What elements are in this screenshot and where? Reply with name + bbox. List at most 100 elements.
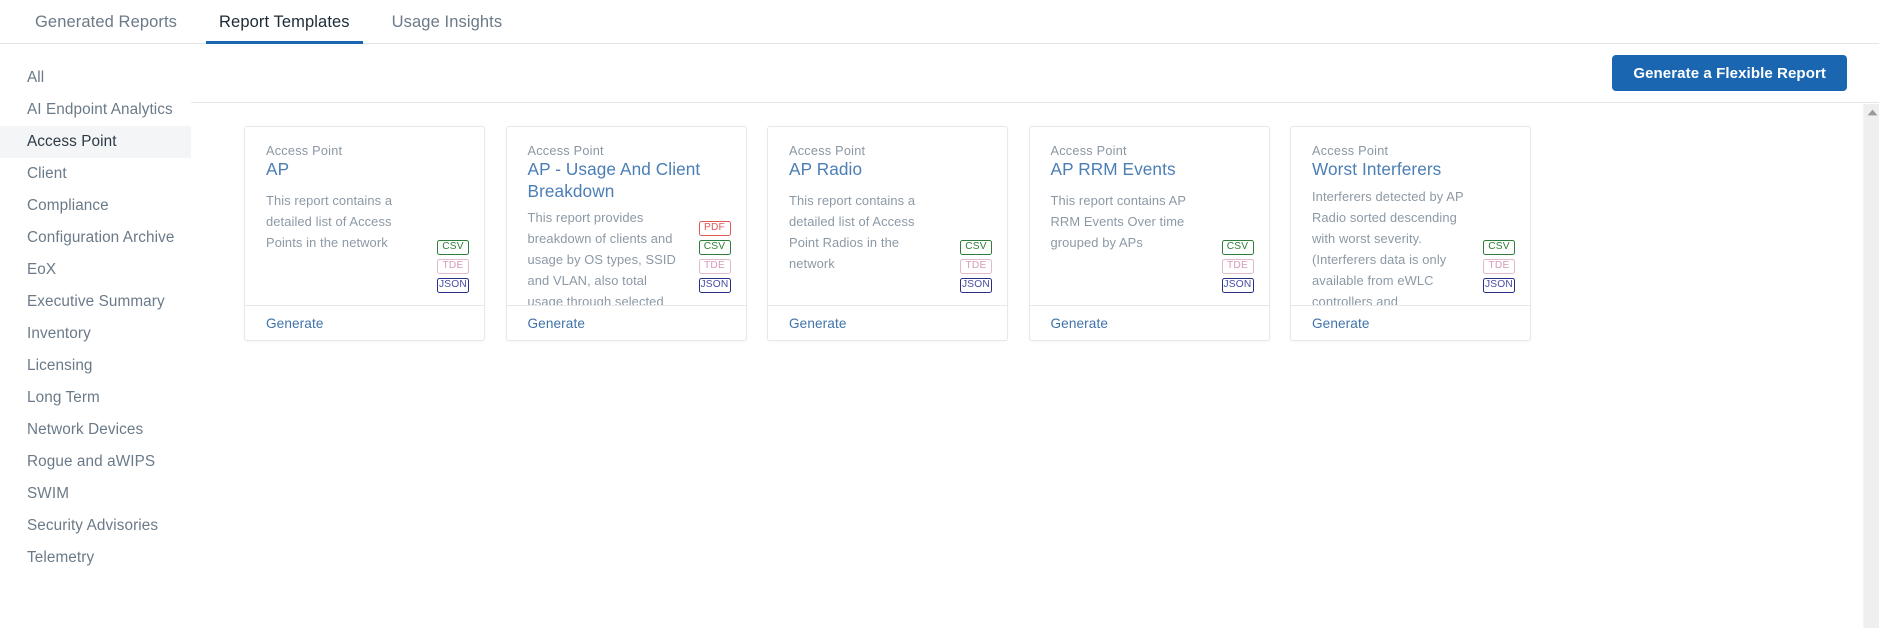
- sidebar-item-licensing[interactable]: Licensing: [0, 350, 191, 382]
- sidebar-item-eox[interactable]: EoX: [0, 254, 191, 286]
- card-category: Access Point: [527, 144, 604, 158]
- card-body: Access Point AP Radio This report contains…: [768, 127, 1007, 305]
- sidebar-item-swim[interactable]: SWIM: [0, 478, 191, 510]
- format-badge-csv[interactable]: CSV: [698, 240, 731, 255]
- generate-report-link[interactable]: Generate: [528, 316, 585, 331]
- card-category: Access Point: [1312, 144, 1389, 158]
- sidebar-item-label: All: [27, 69, 45, 86]
- sidebar-item-long-term[interactable]: Long Term: [0, 382, 191, 414]
- tab-generated-reports[interactable]: Generated Reports: [14, 0, 198, 44]
- sidebar-item-label: Configuration Archive: [27, 229, 175, 246]
- sidebar-item-inventory[interactable]: Inventory: [0, 318, 191, 350]
- card-footer: Generate: [768, 305, 1007, 340]
- card-format-badges: CSV TDE JSON: [437, 240, 469, 293]
- sidebar-item-label: Licensing: [27, 357, 93, 374]
- page-tabbar: Generated Reports Report Templates Usage I…: [0, 0, 1879, 44]
- sidebar-item-label: Security Advisories: [27, 517, 159, 534]
- tab-report-templates[interactable]: Report Templates: [198, 0, 371, 44]
- format-badge-tde[interactable]: TDE: [1483, 259, 1515, 274]
- sidebar-item-label: EoX: [27, 261, 57, 278]
- sidebar-item-security-advisories[interactable]: Security Advisories: [0, 510, 191, 542]
- format-badge-pdf[interactable]: PDF: [698, 221, 731, 236]
- card-title-link[interactable]: AP: [266, 159, 466, 181]
- card-format-badges: CSV TDE JSON: [1221, 240, 1254, 293]
- vertical-scrollbar[interactable]: [1863, 104, 1879, 628]
- card-footer: Generate: [506, 305, 746, 340]
- tab-label: Report Templates: [219, 12, 350, 31]
- sidebar-item-label: Long Term: [27, 389, 100, 406]
- tab-usage-insights[interactable]: Usage Insights: [371, 0, 524, 44]
- card-category: Access Point: [789, 144, 866, 158]
- card-format-badges: CSV TDE JSON: [960, 240, 992, 293]
- chevron-up-icon[interactable]: [1864, 104, 1879, 120]
- report-template-cards-area: Access Point AP This report contains a det…: [191, 103, 1879, 627]
- tab-list: Generated Reports Report Templates Usage I…: [0, 0, 1879, 44]
- report-templates-page: Generated Reports Report Templates Usage I…: [0, 0, 1879, 628]
- generate-report-link[interactable]: Generate: [1312, 316, 1369, 331]
- card-footer: Generate: [1291, 305, 1530, 340]
- card-title-link[interactable]: AP RRM Events: [1051, 159, 1251, 181]
- tab-label: Usage Insights: [391, 12, 503, 31]
- card-title-link[interactable]: Worst Interferers: [1312, 159, 1512, 181]
- category-sidebar: All AI Endpoint Analytics Access Point Clie…: [0, 45, 191, 628]
- sidebar-item-label: Access Point: [27, 133, 117, 150]
- sidebar-item-all[interactable]: All: [0, 62, 191, 94]
- card-description: This report contains a detailed list of …: [266, 192, 393, 250]
- sidebar-item-rogue-and-awips[interactable]: Rogue and aWIPS: [0, 446, 191, 478]
- card-body: Access Point AP This report contains a det…: [245, 127, 484, 305]
- card-format-badges: PDF CSV TDE JSON: [698, 221, 731, 293]
- sidebar-item-label: SWIM: [27, 485, 70, 502]
- sidebar-item-compliance[interactable]: Compliance: [0, 190, 191, 222]
- sidebar-item-configuration-archive[interactable]: Configuration Archive: [0, 222, 191, 254]
- sidebar-item-label: Client: [27, 165, 67, 182]
- sidebar-item-client[interactable]: Client: [0, 158, 191, 190]
- format-badge-json[interactable]: JSON: [698, 278, 731, 293]
- generate-report-link[interactable]: Generate: [1051, 316, 1108, 331]
- sidebar-item-label: Inventory: [27, 325, 91, 342]
- card-description: This report provides breakdown of client…: [527, 210, 676, 305]
- sidebar-item-ai-endpoint-analytics[interactable]: AI Endpoint Analytics: [0, 94, 191, 126]
- generate-report-link[interactable]: Generate: [266, 316, 323, 331]
- format-badge-csv[interactable]: CSV: [960, 240, 992, 255]
- card-description: This report contains AP RRM Events Over …: [1050, 192, 1186, 250]
- report-template-card: Access Point AP This report contains a det…: [244, 126, 485, 341]
- report-template-card: Access Point AP RRM Events This report con…: [1028, 126, 1270, 341]
- sidebar-item-telemetry[interactable]: Telemetry: [0, 542, 191, 574]
- sidebar-item-label: Network Devices: [27, 421, 144, 438]
- sidebar-item-label: Rogue and aWIPS: [27, 453, 156, 470]
- card-body: Access Point Worst Interferers Interferers…: [1291, 127, 1530, 305]
- format-badge-json[interactable]: JSON: [1483, 278, 1515, 293]
- generate-flexible-report-button[interactable]: Generate a Flexible Report: [1612, 55, 1847, 91]
- report-template-card: Access Point AP - Usage And Client Breakd…: [505, 126, 747, 341]
- sidebar-item-executive-summary[interactable]: Executive Summary: [0, 286, 191, 318]
- sidebar-item-label: Telemetry: [27, 549, 95, 566]
- sidebar-item-label: Executive Summary: [27, 293, 165, 310]
- card-description: Interferers detected by AP Radio sorted …: [1312, 188, 1464, 305]
- sidebar-item-access-point[interactable]: Access Point: [0, 126, 191, 158]
- sidebar-item-label: AI Endpoint Analytics: [27, 101, 173, 118]
- sidebar-item-label: Compliance: [27, 197, 109, 214]
- report-template-card: Access Point Worst Interferers Interferers…: [1290, 126, 1531, 341]
- format-badge-tde[interactable]: TDE: [437, 259, 469, 274]
- card-title-link[interactable]: AP - Usage And Client Breakdown: [528, 159, 728, 202]
- format-badge-json[interactable]: JSON: [960, 278, 992, 293]
- card-footer: Generate: [1029, 305, 1269, 340]
- card-body: Access Point AP RRM Events This report con…: [1030, 127, 1269, 305]
- sidebar-item-network-devices[interactable]: Network Devices: [0, 414, 191, 446]
- format-badge-csv[interactable]: CSV: [1221, 240, 1254, 255]
- format-badge-tde[interactable]: TDE: [1221, 259, 1254, 274]
- format-badge-csv[interactable]: CSV: [437, 240, 469, 255]
- content-toolbar: Generate a Flexible Report: [191, 45, 1879, 103]
- format-badge-json[interactable]: JSON: [437, 278, 469, 293]
- main-content: Generate a Flexible Report Access Point A…: [191, 45, 1879, 628]
- generate-report-link[interactable]: Generate: [789, 316, 846, 331]
- card-footer: Generate: [245, 305, 484, 340]
- card-title-link[interactable]: AP Radio: [789, 159, 989, 181]
- format-badge-json[interactable]: JSON: [1221, 278, 1254, 293]
- card-category: Access Point: [266, 144, 343, 158]
- format-badge-tde[interactable]: TDE: [698, 259, 731, 274]
- tab-label: Generated Reports: [35, 12, 178, 31]
- format-badge-csv[interactable]: CSV: [1483, 240, 1515, 255]
- card-body: Access Point AP - Usage And Client Breakd…: [507, 127, 746, 305]
- format-badge-tde[interactable]: TDE: [960, 259, 992, 274]
